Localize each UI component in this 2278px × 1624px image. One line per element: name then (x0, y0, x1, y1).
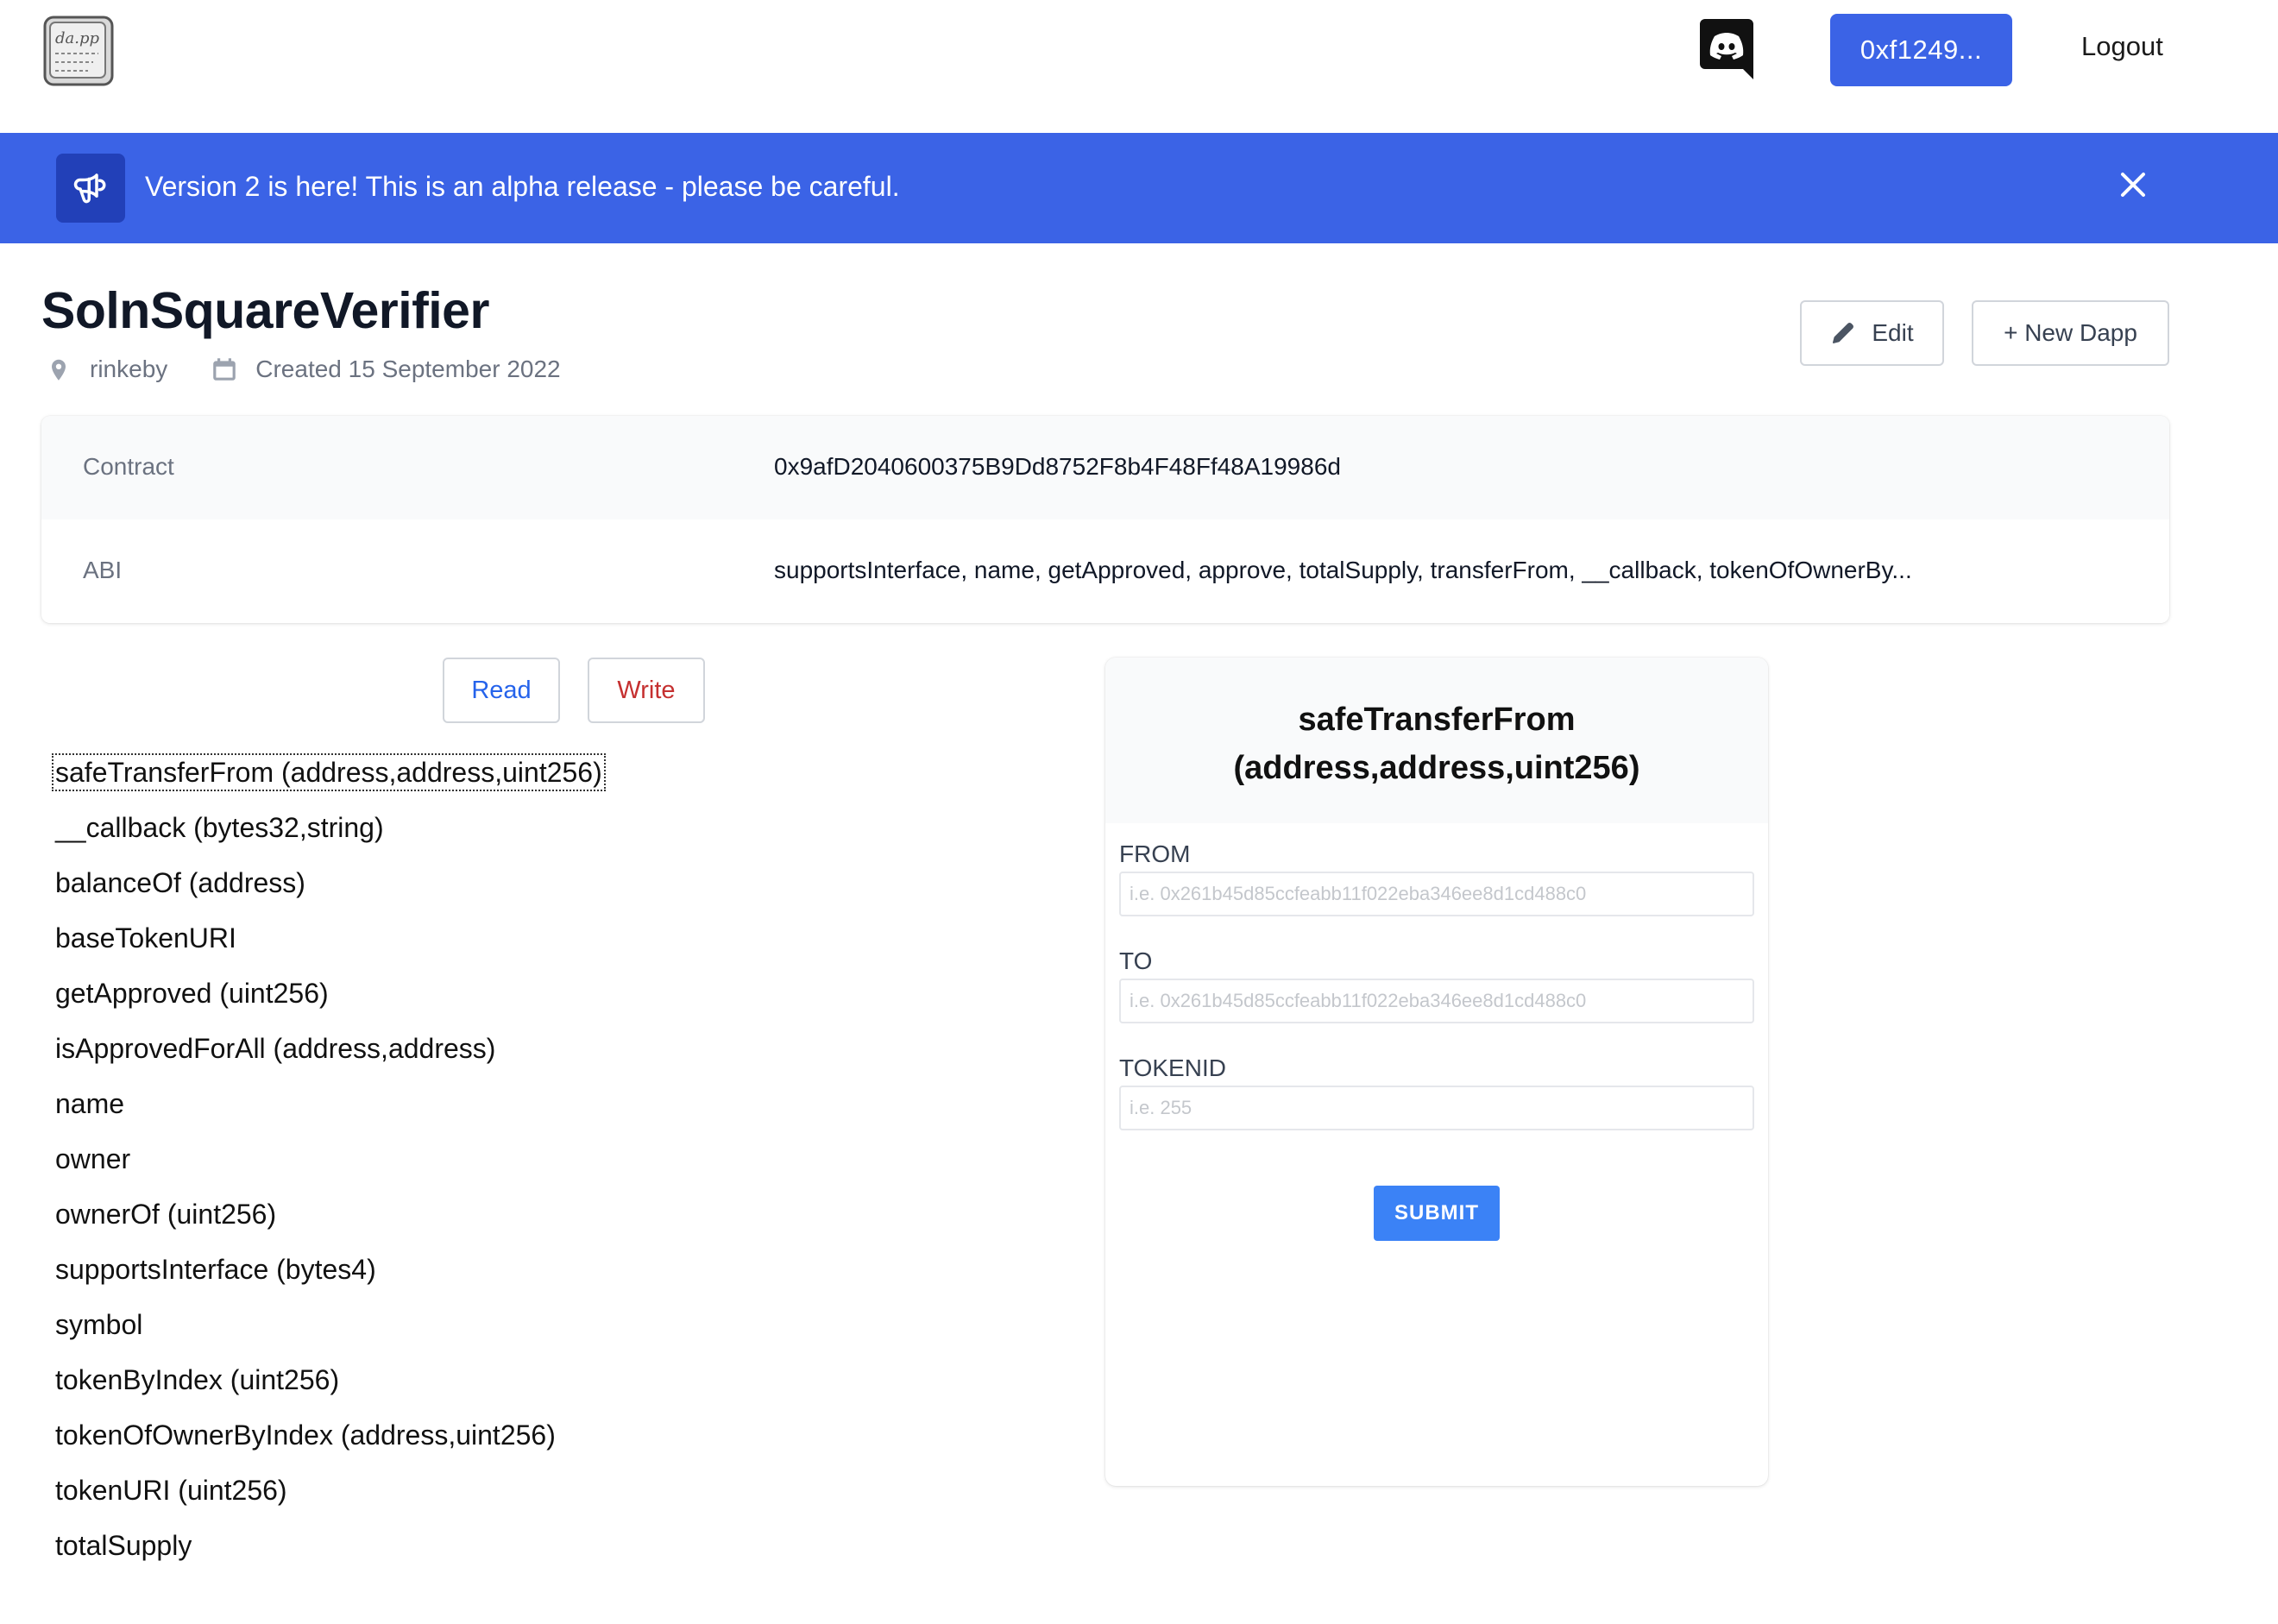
svg-text:da.pp: da.pp (55, 29, 99, 47)
to-field[interactable] (1119, 979, 1754, 1023)
megaphone-icon (56, 154, 125, 223)
announcement-banner: Version 2 is here! This is an alpha rele… (0, 133, 2278, 243)
function-item-safetransferfrom[interactable]: safeTransferFrom (address,address,uint25… (52, 753, 606, 809)
pencil-icon (1833, 323, 1854, 343)
function-item-totalsupply[interactable]: totalSupply (55, 1526, 602, 1582)
abi-row: ABI supportsInterface, name, getApproved… (41, 519, 2169, 623)
function-item-owner[interactable]: owner (55, 1140, 602, 1195)
contract-label: Contract (83, 453, 174, 480)
to-field-label: TO (1119, 947, 1153, 974)
write-tab-button[interactable]: Write (588, 658, 705, 723)
tokenid-field-label: TOKENID (1119, 1054, 1226, 1081)
function-item-balanceof[interactable]: balanceOf (address) (55, 864, 602, 919)
function-item-tokenuri[interactable]: tokenURI (uint256) (55, 1471, 602, 1526)
logout-link[interactable]: Logout (2081, 31, 2163, 62)
edit-button[interactable]: Edit (1800, 300, 1944, 366)
function-form-panel: safeTransferFrom (address,address,uint25… (1105, 658, 1768, 1486)
contract-row: Contract 0x9afD2040600375B9Dd8752F8b4F48… (41, 416, 2169, 519)
created-date: Created 15 September 2022 (255, 356, 561, 382)
function-item-ownerof[interactable]: ownerOf (uint256) (55, 1195, 602, 1250)
banner-message: Version 2 is here! This is an alpha rele… (145, 171, 900, 202)
discord-icon[interactable] (1700, 19, 1753, 79)
function-item-tokenofownerbyindex[interactable]: tokenOfOwnerByIndex (address,uint256) (55, 1416, 602, 1471)
top-navbar: da.pp 0xf1249... Logout (0, 0, 2278, 133)
contract-address: 0x9afD2040600375B9Dd8752F8b4F48Ff48A1998… (774, 453, 1341, 480)
abi-label: ABI (83, 557, 123, 583)
calendar-icon (211, 356, 238, 383)
close-icon[interactable] (2116, 167, 2150, 202)
tokenid-field[interactable] (1119, 1086, 1754, 1130)
function-item-supportsinterface[interactable]: supportsInterface (bytes4) (55, 1250, 602, 1306)
wallet-address-button[interactable]: 0xf1249... (1830, 14, 2012, 86)
function-form-header: safeTransferFrom (address,address,uint25… (1105, 658, 1768, 823)
submit-button[interactable]: SUBMIT (1374, 1186, 1500, 1241)
function-item-symbol[interactable]: symbol (55, 1306, 602, 1361)
edit-button-label: Edit (1872, 319, 1914, 346)
function-item-name[interactable]: name (55, 1085, 602, 1140)
function-item-isapprovedforall[interactable]: isApprovedForAll (address,address) (55, 1029, 602, 1085)
from-field-label: FROM (1119, 840, 1191, 867)
contract-info-card: Contract 0x9afD2040600375B9Dd8752F8b4F48… (41, 416, 2169, 623)
location-pin-icon (45, 356, 72, 383)
function-item-callback[interactable]: __callback (bytes32,string) (55, 809, 602, 864)
new-dapp-button[interactable]: + New Dapp (1972, 300, 2169, 366)
dapp-meta: rinkeby Created 15 September 2022 (45, 356, 604, 383)
read-tab-button[interactable]: Read (443, 658, 560, 723)
page-title: SolnSquareVerifier (41, 282, 489, 339)
function-list: safeTransferFrom (address,address,uint25… (52, 753, 606, 1582)
network-label: rinkeby (90, 356, 168, 382)
dapp-logo-icon[interactable]: da.pp (41, 14, 117, 88)
function-item-getapproved[interactable]: getApproved (uint256) (55, 974, 602, 1029)
function-form-title: safeTransferFrom (address,address,uint25… (1233, 702, 1640, 786)
abi-value: supportsInterface, name, getApproved, ap… (774, 557, 1912, 583)
function-item-tokenbyindex[interactable]: tokenByIndex (uint256) (55, 1361, 602, 1416)
function-item-basetokenuri[interactable]: baseTokenURI (55, 919, 602, 974)
from-field[interactable] (1119, 872, 1754, 916)
